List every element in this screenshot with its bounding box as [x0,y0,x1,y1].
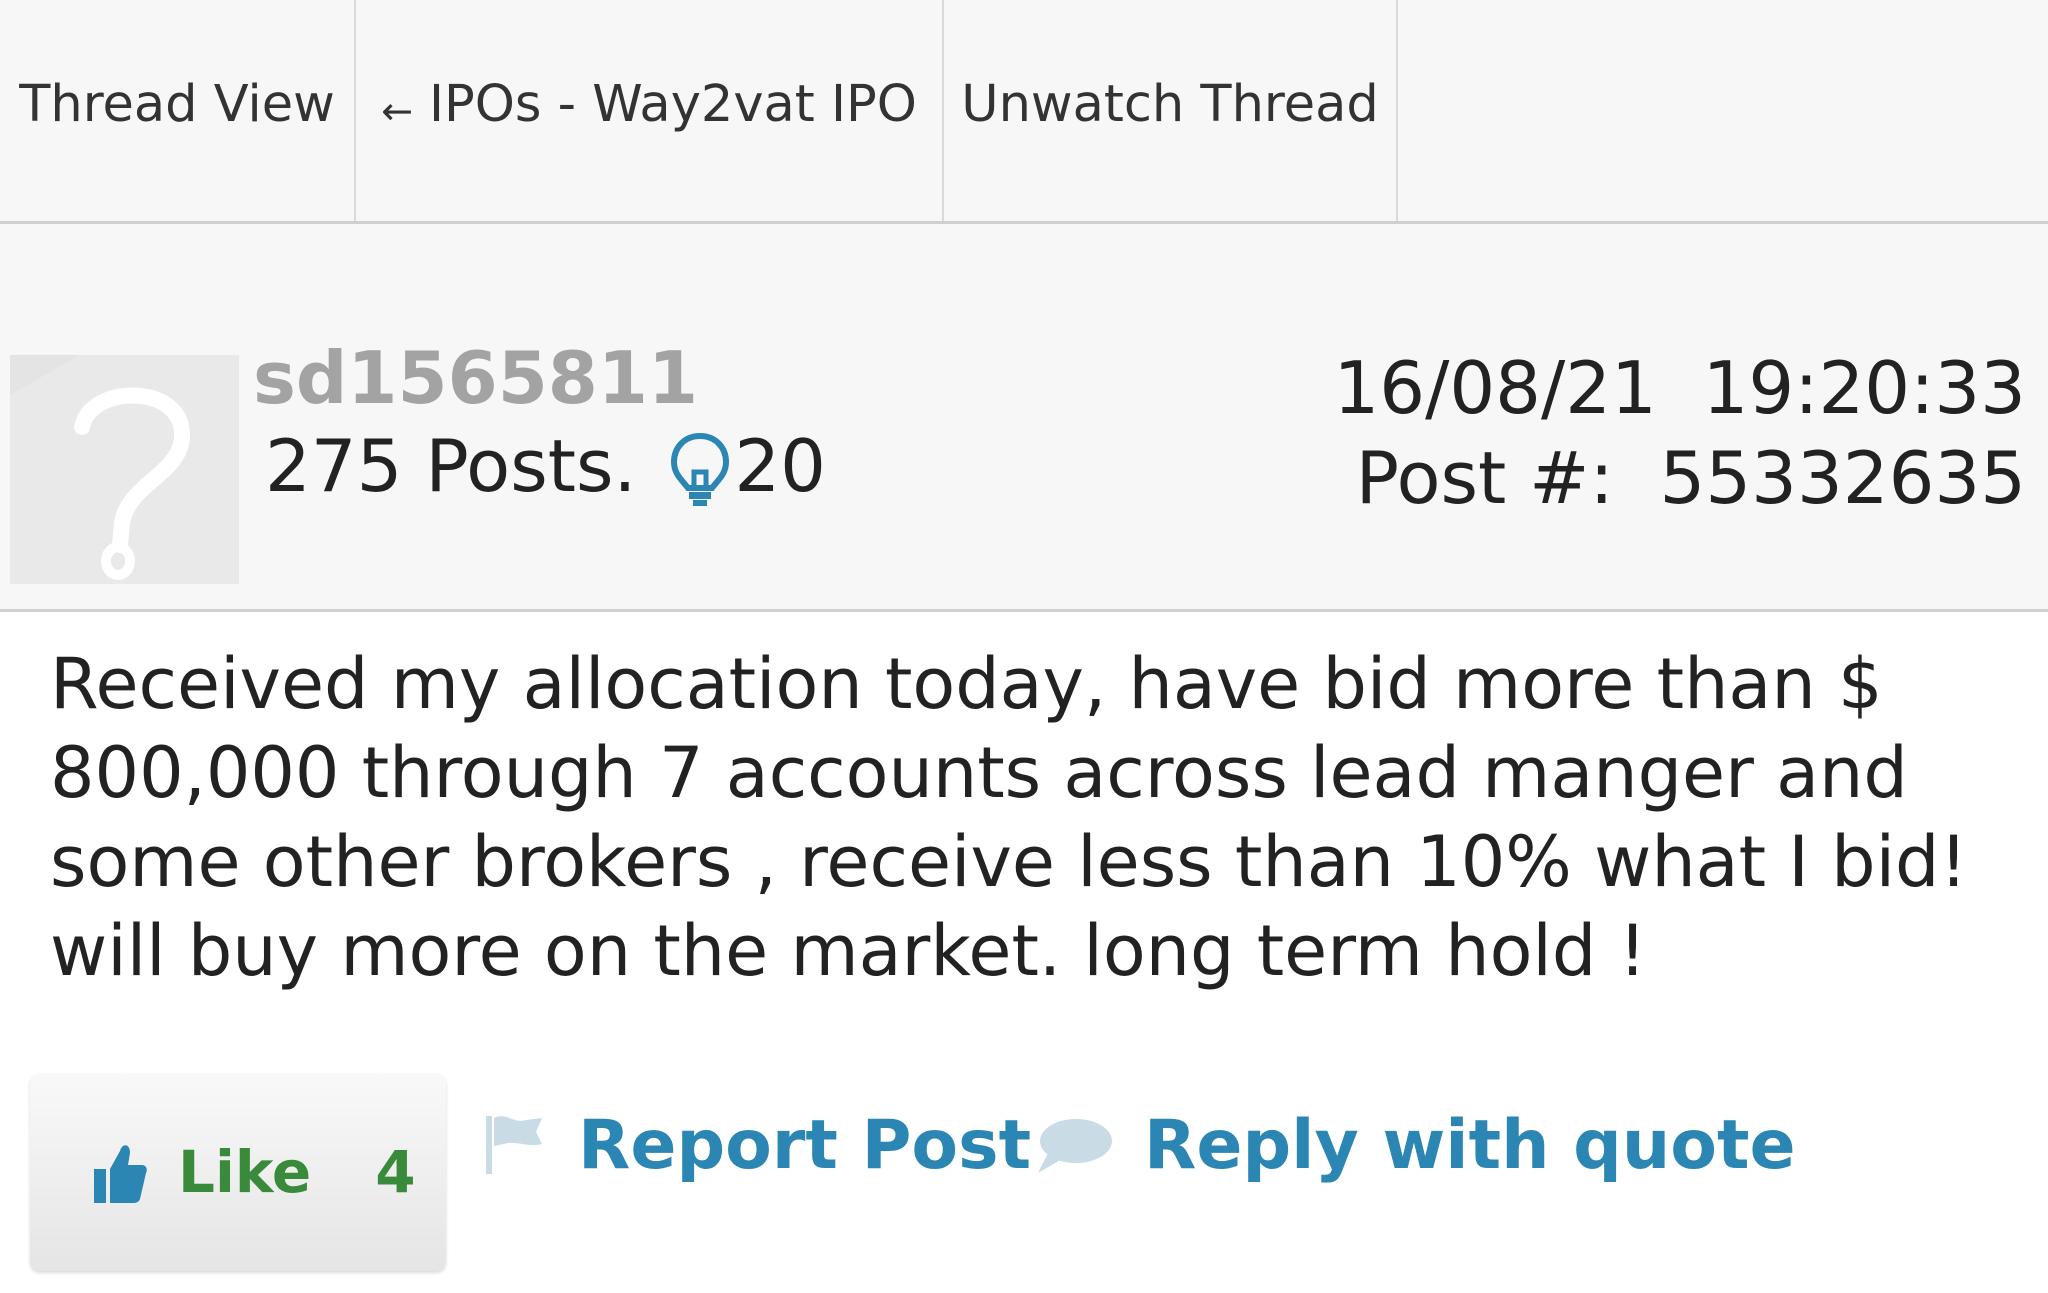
user-stats: 275 Posts. 20 [265,424,826,508]
thumbs-up-icon [94,1145,147,1203]
post-body-text: Received my allocation today, have bid m… [50,643,1968,992]
like-button[interactable]: Like 4 [30,1073,446,1271]
post-username[interactable]: sd1565811 [253,342,698,414]
lightbulb-icon [671,432,730,506]
post-date-time: 16/08/21 19:20:33 [1333,346,2026,430]
tab-thread-view[interactable]: Thread View [0,0,356,221]
thread-tabbar: Thread View ← IPOs - Way2vat IPO Unwatch… [0,0,2048,224]
report-post-link[interactable]: Report Post [484,1100,1031,1190]
back-to-thread-link[interactable]: ← IPOs - Way2vat IPO [356,0,944,221]
like-label: Like [178,1138,312,1206]
lightbulb-count: 20 [734,424,826,508]
unwatch-thread-label: Unwatch Thread [961,75,1379,134]
post-header: sd1565811 275 Posts. 20 16/08/21 19:20:3… [0,224,2048,612]
reply-with-quote-label: Reply with quote [1144,1105,1796,1185]
post-number[interactable]: Post #: 55332635 [1356,442,2026,514]
speech-bubble-icon [1038,1119,1112,1173]
tab-thread-view-label: Thread View [19,75,335,134]
report-post-label: Report Post [578,1105,1032,1185]
back-to-thread-label: IPOs - Way2vat IPO [428,75,917,134]
like-count: 4 [375,1138,416,1206]
user-post-count: 275 Posts. [265,424,637,508]
default-avatar-question-mark-icon [10,355,239,584]
left-arrow-icon: ← [381,88,413,133]
avatar[interactable] [10,355,239,584]
flag-icon [486,1116,542,1174]
reply-with-quote-link[interactable]: Reply with quote [1034,1100,1796,1190]
unwatch-thread-button[interactable]: Unwatch Thread [944,0,1398,221]
